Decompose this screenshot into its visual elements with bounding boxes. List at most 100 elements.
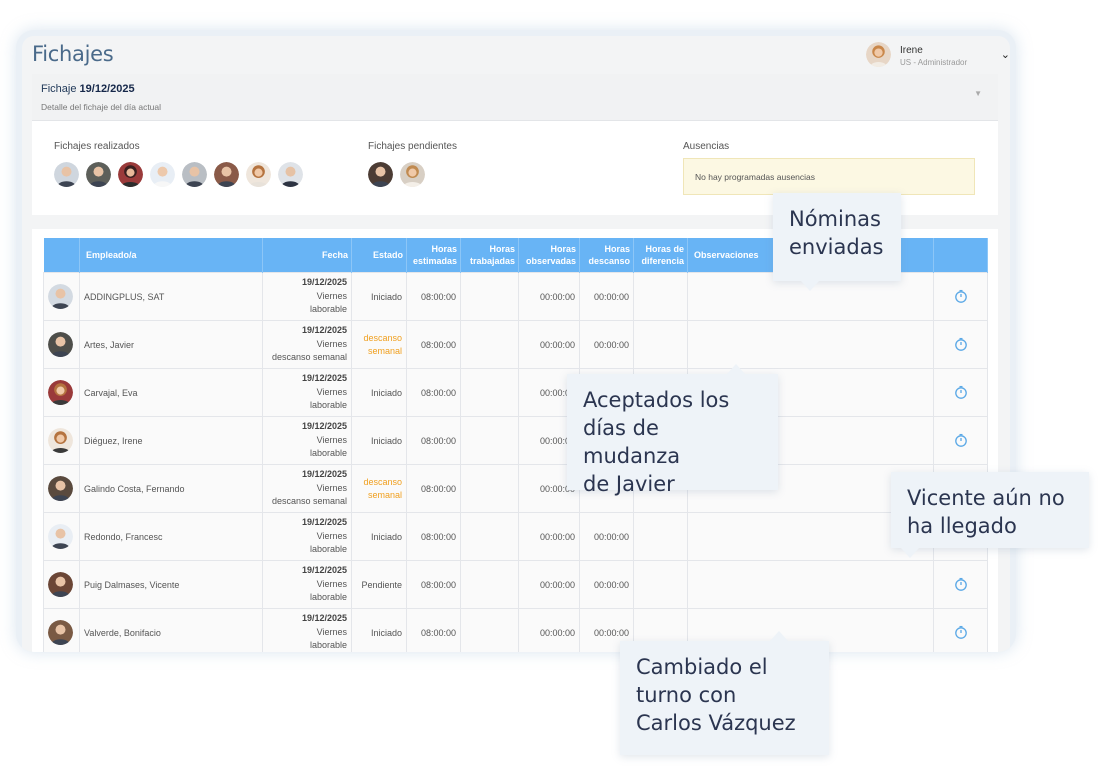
avatar-cell — [43, 464, 80, 513]
day-value: Viernes — [316, 338, 347, 349]
avatar[interactable] — [400, 162, 425, 187]
observaciones-cell[interactable] — [687, 320, 934, 369]
employee-name[interactable]: Puig Dalmases, Vicente — [79, 560, 263, 609]
observadas-cell: 00:00:00 — [518, 560, 580, 609]
col-empleado[interactable]: Empleado/a — [79, 238, 263, 273]
table-row[interactable]: Diéguez, Irene 19/12/2025 Viernes laborable… — [43, 416, 988, 465]
chevron-down-icon[interactable]: ⌄ — [1001, 48, 1010, 61]
caret-down-icon[interactable]: ▼ — [974, 89, 982, 98]
avatar[interactable] — [86, 162, 111, 187]
col-fecha[interactable]: Fecha — [262, 238, 352, 273]
col-estado[interactable]: Estado — [351, 238, 407, 273]
table-row[interactable]: Galindo Costa, Fernando 19/12/2025 Viernes… — [43, 464, 988, 513]
avatar[interactable] — [214, 162, 239, 187]
avatar[interactable] — [246, 162, 271, 187]
avatar[interactable] — [182, 162, 207, 187]
avatar[interactable] — [150, 162, 175, 187]
col-descanso[interactable]: Horas descanso — [579, 238, 634, 273]
date-value: 19/12/2025 — [301, 517, 347, 528]
status-cell: Iniciado — [351, 368, 407, 417]
status-value: Iniciado — [370, 291, 402, 302]
employee-name[interactable]: Diéguez, Irene — [79, 416, 263, 465]
col-observadas[interactable]: Horas observadas — [518, 238, 580, 273]
day-type: laborable — [309, 640, 347, 651]
status-cell: Iniciado — [351, 416, 407, 465]
date-cell: 19/12/2025 Viernes laborable — [262, 368, 352, 417]
date-cell: 19/12/2025 Viernes laborable — [262, 608, 352, 652]
date-cell: 19/12/2025 Viernes descanso semanal — [262, 320, 352, 369]
descanso-cell: 00:00:00 — [579, 512, 634, 561]
col-diferencia[interactable]: Horas de diferencia — [633, 238, 688, 273]
trabajadas-cell — [460, 464, 519, 513]
employee-name[interactable]: Redondo, Francesc — [79, 512, 263, 561]
day-value: Viernes — [316, 578, 347, 589]
day-value: Viernes — [316, 290, 347, 301]
avatar[interactable] — [278, 162, 303, 187]
estimadas-cell: 08:00:00 — [406, 416, 461, 465]
date-value: 19/12/2025 — [301, 565, 347, 576]
estimadas-cell: 08:00:00 — [406, 608, 461, 652]
status-cell: descanso semanal — [351, 464, 407, 513]
employee-name[interactable]: Carvajal, Eva — [79, 368, 263, 417]
stopwatch-icon[interactable] — [954, 385, 968, 399]
callout-line: turno con — [636, 683, 737, 707]
avatar[interactable] — [118, 162, 143, 187]
estimadas-cell: 08:00:00 — [406, 560, 461, 609]
actions-cell — [933, 608, 988, 652]
callout-line: Cambiado el — [636, 655, 768, 679]
avatar — [48, 284, 73, 309]
table-row[interactable]: Valverde, Bonifacio 19/12/2025 Viernes labo… — [43, 608, 988, 652]
avatar-cell — [43, 272, 80, 321]
date-cell: 19/12/2025 Viernes laborable — [262, 272, 352, 321]
date-value: 19/12/2025 — [301, 373, 347, 384]
stopwatch-icon[interactable] — [954, 625, 968, 639]
table-row[interactable]: Carvajal, Eva 19/12/2025 Viernes laborable I… — [43, 368, 988, 417]
actions-cell — [933, 272, 988, 321]
actions-cell — [933, 368, 988, 417]
stopwatch-icon[interactable] — [954, 289, 968, 303]
user-menu[interactable]: Irene US - Administrador ⌄ — [866, 42, 1010, 70]
avatar[interactable] — [54, 162, 79, 187]
table-row[interactable]: Redondo, Francesc 19/12/2025 Viernes labora… — [43, 512, 988, 561]
callout-tail — [801, 281, 819, 291]
fichaje-subtitle: Detalle del fichaje del día actual — [41, 102, 162, 112]
diferencia-cell — [633, 320, 688, 369]
employee-name[interactable]: Galindo Costa, Fernando — [79, 464, 263, 513]
page-title: Fichajes — [32, 42, 114, 66]
date-value: 19/12/2025 — [301, 613, 347, 624]
estimadas-cell: 08:00:00 — [406, 272, 461, 321]
fichaje-header[interactable]: Fichaje 19/12/2025 Detalle del fichaje d… — [32, 74, 998, 121]
employee-name[interactable]: Artes, Javier — [79, 320, 263, 369]
descanso-cell: 00:00:00 — [579, 320, 634, 369]
avatar-cell — [43, 368, 80, 417]
status-value-2: semanal — [367, 489, 402, 500]
callout-line: enviadas — [789, 235, 884, 259]
observaciones-cell[interactable] — [687, 560, 934, 609]
stopwatch-icon[interactable] — [954, 433, 968, 447]
status-value: Iniciado — [370, 531, 402, 542]
stopwatch-icon[interactable] — [954, 577, 968, 591]
estimadas-cell: 08:00:00 — [406, 464, 461, 513]
table-body: ADDINGPLUS, SAT 19/12/2025 Viernes laborabl… — [43, 272, 988, 652]
stopwatch-icon[interactable] — [954, 337, 968, 351]
table-row[interactable]: Artes, Javier 19/12/2025 Viernes descanso s… — [43, 320, 988, 369]
col-trabajadas[interactable]: Horas trabajadas — [460, 238, 519, 273]
date-value: 19/12/2025 — [301, 469, 347, 480]
employee-name[interactable]: ADDINGPLUS, SAT — [79, 272, 263, 321]
avatar[interactable] — [368, 162, 393, 187]
avatar — [48, 332, 73, 357]
avatar-cell — [43, 560, 80, 609]
table-row[interactable]: Puig Dalmases, Vicente 19/12/2025 Viernes l… — [43, 560, 988, 609]
callout-tail — [770, 631, 788, 641]
col-estimadas[interactable]: Horas estimadas — [406, 238, 461, 273]
ausencias-label: Ausencias — [683, 141, 730, 152]
observadas-cell: 00:00:00 — [518, 512, 580, 561]
callout-line: días de mudanza — [583, 416, 681, 468]
col-avatar — [43, 238, 80, 273]
day-type: laborable — [309, 304, 347, 315]
user-avatar — [866, 42, 891, 67]
employee-name[interactable]: Valverde, Bonifacio — [79, 608, 263, 652]
estimadas-cell: 08:00:00 — [406, 320, 461, 369]
user-role: US - Administrador — [900, 58, 968, 67]
callout-line: Vicente aún no — [907, 486, 1065, 510]
